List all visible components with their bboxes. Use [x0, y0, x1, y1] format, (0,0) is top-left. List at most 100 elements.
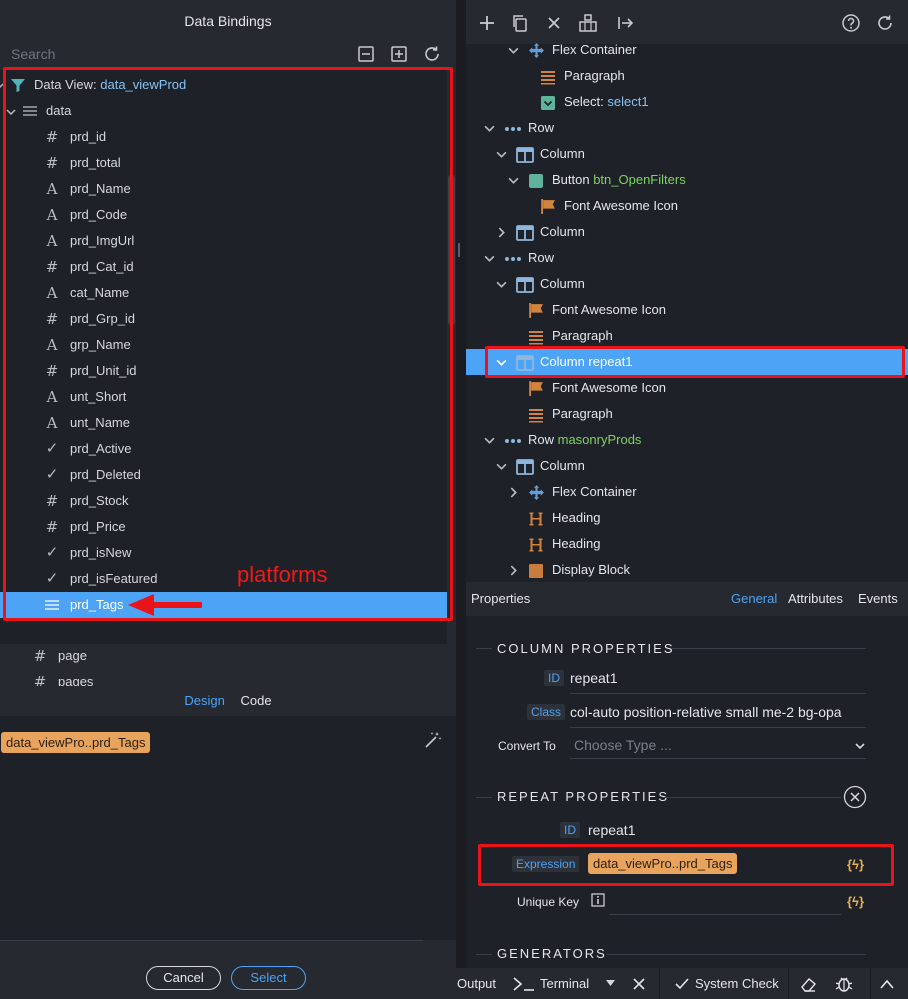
structure-tree-item[interactable]: Font Awesome Icon [466, 193, 908, 219]
duplicate-icon[interactable] [510, 13, 530, 33]
structure-tree-item[interactable]: Font Awesome Icon [466, 375, 908, 401]
structure-tree-item[interactable]: Flex Container [466, 479, 908, 505]
wrap-icon[interactable] [578, 13, 598, 33]
collapse-all-icon[interactable] [356, 44, 376, 64]
structure-tree-item[interactable]: Paragraph [466, 323, 908, 349]
refresh-icon[interactable] [422, 44, 442, 64]
data-tree-item[interactable]: # prd_total [0, 150, 447, 176]
data-tree-item[interactable]: Data View: data_viewProd [0, 72, 447, 98]
dynamic-data-icon[interactable]: {ϟ} [847, 857, 864, 872]
data-tree-item[interactable]: ✓ prd_isFeatured [0, 566, 447, 592]
data-tree-item[interactable]: # pages [0, 669, 447, 686]
select-button[interactable]: Select [231, 966, 306, 990]
dropdown-caret-icon[interactable] [606, 980, 615, 987]
magic-wand-icon[interactable] [423, 730, 443, 750]
cancel-button[interactable]: Cancel [146, 966, 221, 990]
info-icon[interactable] [591, 893, 605, 907]
id-field[interactable]: repeat1 [570, 670, 866, 686]
data-tree-item[interactable]: ✓ prd_Deleted [0, 462, 447, 488]
tree-scrollbar[interactable] [447, 70, 456, 644]
structure-tree-item[interactable]: Row masonryProds [466, 427, 908, 453]
chevron-down-icon[interactable] [496, 357, 507, 368]
structure-tree-item[interactable]: Paragraph [466, 401, 908, 427]
structure-tree-item[interactable]: Font Awesome Icon [466, 297, 908, 323]
data-tree-item[interactable]: ✓ prd_isNew [0, 540, 447, 566]
tab-design[interactable]: Design [184, 693, 224, 708]
unwrap-icon[interactable] [616, 13, 636, 33]
structure-tree-item[interactable]: Button btn_OpenFilters [466, 167, 908, 193]
tab-code[interactable]: Code [241, 693, 272, 708]
structure-tree-item[interactable]: Paragraph [466, 63, 908, 89]
data-tree-item[interactable]: # prd_Grp_id [0, 306, 447, 332]
chevron-right-icon[interactable] [508, 565, 519, 576]
unique-key-dynamic-icon[interactable]: {ϟ} [847, 894, 864, 909]
structure-tree-item[interactable]: Flex Container [466, 40, 908, 63]
repeat-id-field[interactable]: repeat1 [588, 822, 866, 838]
tab-events[interactable]: Events [858, 582, 898, 616]
data-tree-item[interactable]: # prd_Cat_id [0, 254, 447, 280]
data-tree-item[interactable]: # prd_Stock [0, 488, 447, 514]
data-tree-item[interactable]: prd_Tags [0, 592, 447, 618]
structure-tree-item[interactable]: Heading [466, 531, 908, 557]
refresh-structure-icon[interactable] [875, 13, 895, 33]
chevron-down-icon[interactable] [6, 107, 16, 117]
chevron-up-icon[interactable] [879, 978, 895, 990]
structure-tree-item[interactable]: Column [466, 271, 908, 297]
structure-tree-item[interactable]: Row [466, 115, 908, 141]
search-input[interactable]: Search [11, 46, 55, 62]
tab-general[interactable]: General [731, 582, 777, 616]
delete-icon[interactable] [544, 13, 564, 33]
data-tree-item[interactable]: # prd_id [0, 124, 447, 150]
structure-tree-item[interactable]: Heading [466, 505, 908, 531]
splitter-grip[interactable] [458, 243, 460, 257]
class-field[interactable]: col-auto position-relative small me-2 bg… [570, 704, 866, 720]
expression-pill[interactable]: data_viewPro..prd_Tags [588, 853, 738, 874]
help-icon[interactable] [841, 13, 861, 33]
chevron-down-icon[interactable] [496, 279, 507, 290]
data-tree-item[interactable]: # page [0, 644, 447, 669]
data-tree-item[interactable]: # prd_Unit_id [0, 358, 447, 384]
data-tree-item[interactable]: Aunt_Name [0, 410, 447, 436]
expression-editor[interactable]: data_viewPro..prd_Tags [0, 716, 456, 940]
data-tree-item[interactable]: Agrp_Name [0, 332, 447, 358]
remove-repeat-icon[interactable] [843, 785, 867, 809]
eraser-icon[interactable] [799, 975, 817, 993]
structure-tree-item[interactable]: Column [466, 219, 908, 245]
chevron-down-icon[interactable] [496, 149, 507, 160]
close-terminal-icon[interactable] [632, 977, 646, 991]
structure-tree-item[interactable]: Column [466, 141, 908, 167]
scrollbar-thumb[interactable] [448, 175, 455, 325]
chevron-right-icon[interactable] [496, 227, 507, 238]
chevron-down-icon[interactable] [496, 461, 507, 472]
convert-to-select[interactable]: Choose Type ... [574, 737, 672, 753]
bug-icon[interactable] [834, 974, 854, 994]
terminal-icon[interactable] [512, 976, 536, 992]
data-tree-item[interactable]: ✓ prd_Active [0, 436, 447, 462]
data-tree-item[interactable]: Aprd_Name [0, 176, 447, 202]
chevron-down-icon[interactable] [484, 253, 495, 264]
structure-tree-item[interactable]: Display Block [466, 557, 908, 582]
binding-pill[interactable]: data_viewPro..prd_Tags [1, 732, 151, 753]
panel-splitter[interactable] [456, 0, 466, 999]
data-tree-item[interactable]: Aunt_Short [0, 384, 447, 410]
data-tree-item[interactable]: # prd_Price [0, 514, 447, 540]
data-tree-item[interactable]: Aprd_Code [0, 202, 447, 228]
data-tree-item[interactable]: data [0, 98, 447, 124]
system-check-button[interactable]: System Check [695, 968, 779, 999]
chevron-down-icon[interactable] [484, 123, 495, 134]
terminal-tab[interactable]: Terminal [540, 968, 589, 999]
chevron-right-icon[interactable] [508, 487, 519, 498]
chevron-down-icon[interactable] [0, 81, 4, 91]
structure-tree-item[interactable]: Select: select1 [466, 89, 908, 115]
output-tab[interactable]: Output [457, 968, 496, 999]
chevron-down-icon[interactable] [855, 742, 865, 750]
data-tree-item[interactable]: Acat_Name [0, 280, 447, 306]
chevron-down-icon[interactable] [508, 45, 519, 56]
expand-all-icon[interactable] [389, 44, 409, 64]
chevron-down-icon[interactable] [508, 175, 519, 186]
data-tree-item[interactable]: Aprd_ImgUrl [0, 228, 447, 254]
structure-tree-item[interactable]: Row [466, 245, 908, 271]
tab-attributes[interactable]: Attributes [788, 582, 843, 616]
chevron-down-icon[interactable] [484, 435, 495, 446]
structure-tree-item[interactable]: Column repeat1 [466, 349, 908, 375]
